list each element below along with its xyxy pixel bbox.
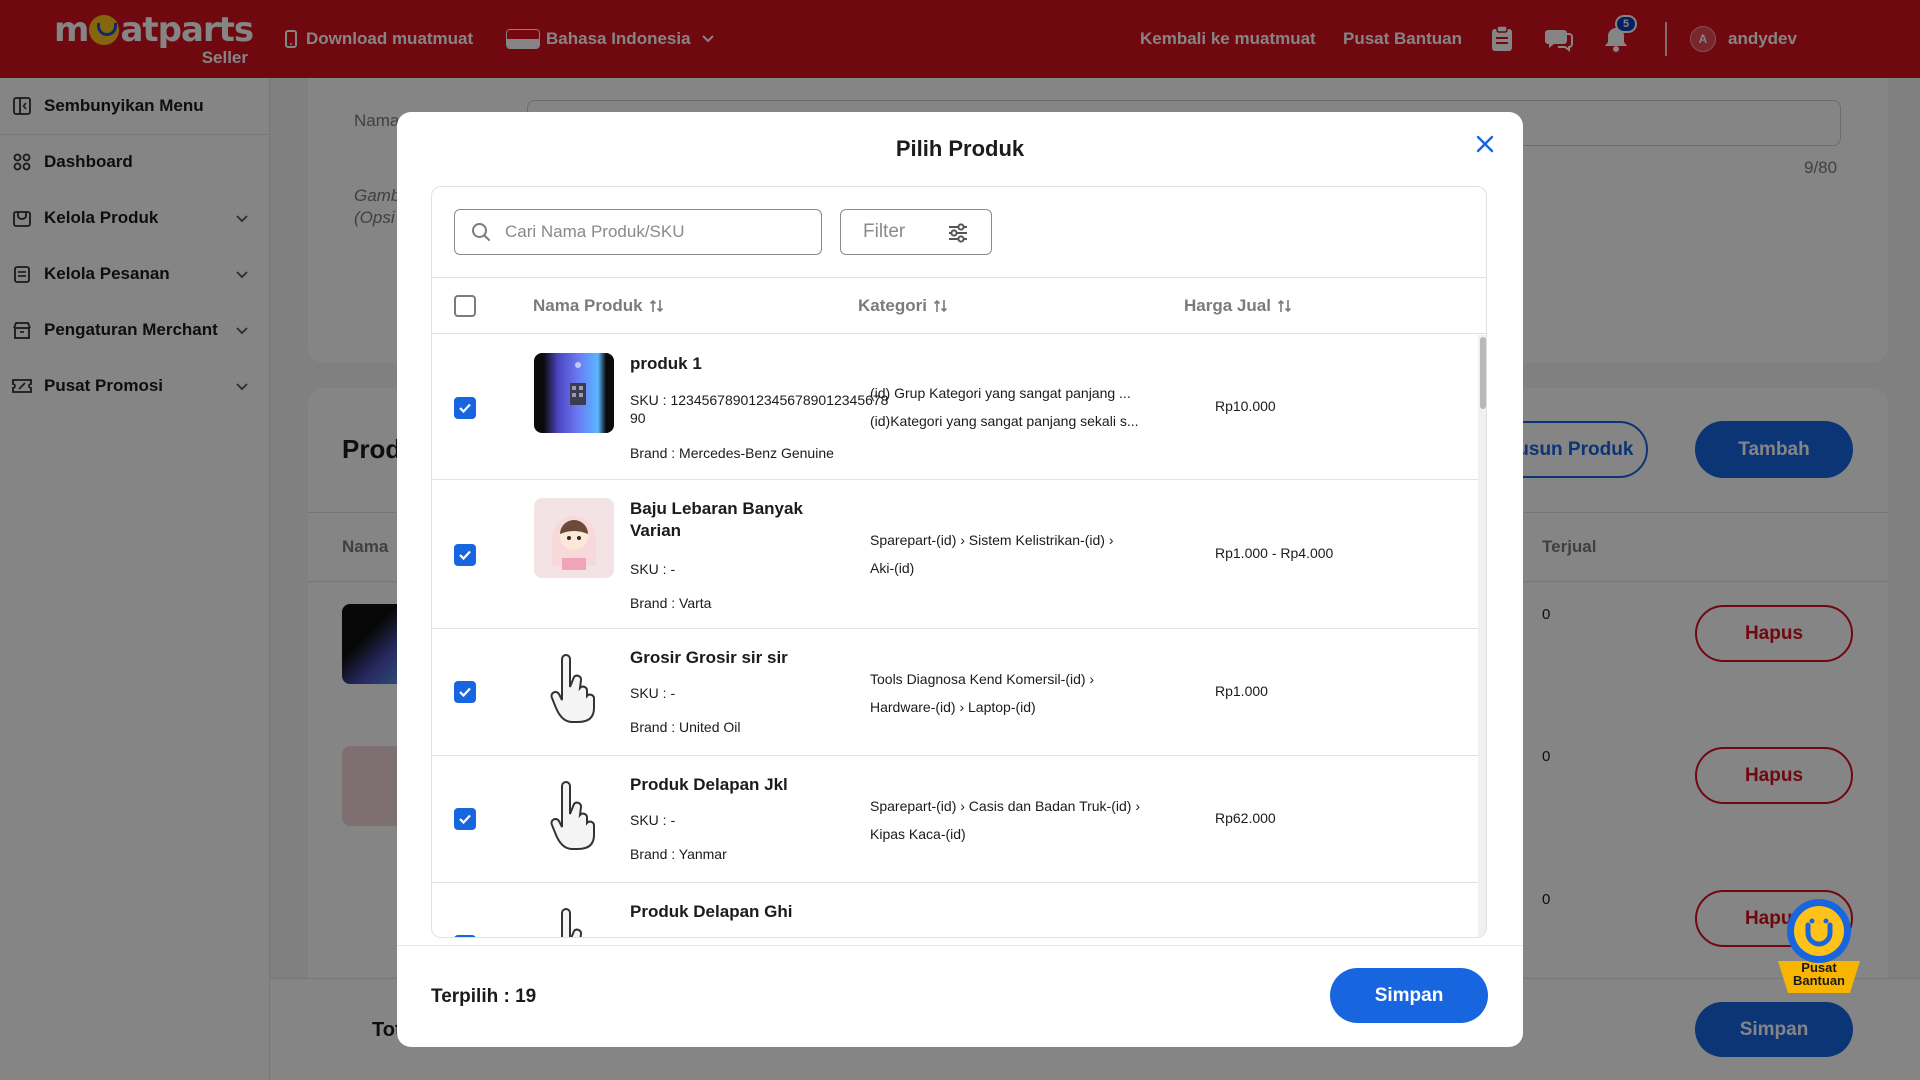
filter-label: Filter (863, 221, 906, 242)
category-line: Aki-(id) (870, 560, 915, 576)
table-row[interactable]: produk 1 SKU : 1234567890123456789012345… (432, 335, 1478, 480)
checkmark-icon (459, 403, 471, 414)
product-category: Sparepart-(id) › Sistem Kelistrikan-(id)… (870, 526, 1170, 582)
selected-count: Terpilih : 19 (431, 986, 537, 1007)
row-checkbox[interactable] (454, 397, 476, 419)
table-scrollbar[interactable] (1478, 335, 1486, 937)
product-brand: Brand : United Oil (630, 719, 741, 735)
search-icon (472, 223, 490, 241)
row-checkbox[interactable] (454, 935, 476, 937)
doll-image (552, 516, 596, 570)
product-picker-panel: Filter Nama Produk Kategori Harga Jual (431, 186, 1487, 938)
sort-icon (933, 299, 948, 313)
table-row[interactable]: Produk Delapan Ghi (432, 883, 1478, 937)
column-header-label: Nama Produk (533, 296, 643, 315)
category-line: (id) Grup Kategori yang sangat panjang .… (870, 385, 1131, 401)
checkmark-icon (459, 687, 471, 698)
row-checkbox[interactable] (454, 808, 476, 830)
modal-footer-divider (397, 945, 1523, 946)
column-header-name[interactable]: Nama Produk (533, 296, 665, 316)
column-header-category[interactable]: Kategori (858, 296, 949, 316)
hand-pointer-icon (561, 908, 582, 937)
product-category: Tools Diagnosa Kend Komersil-(id) › Hard… (870, 665, 1170, 721)
category-line: Hardware-(id) › Laptop-(id) (870, 699, 1036, 715)
table-header: Nama Produk Kategori Harga Jual (432, 277, 1486, 334)
product-name: produk 1 (630, 354, 702, 373)
product-rows: produk 1 SKU : 1234567890123456789012345… (432, 335, 1478, 937)
product-name: Baju Lebaran Banyak Varian (630, 499, 803, 540)
product-price: Rp1.000 (1215, 683, 1268, 699)
column-header-label: Harga Jual (1184, 296, 1271, 315)
sort-icon (1277, 299, 1292, 313)
category-line: Tools Diagnosa Kend Komersil-(id) › (870, 671, 1095, 687)
product-thumbnail (534, 353, 614, 433)
close-icon[interactable] (1471, 130, 1499, 158)
product-brand: Brand : Mercedes-Benz Genuine (630, 445, 834, 461)
pilih-produk-modal: Pilih Produk Filter Nama Produk Kategori… (397, 112, 1523, 1047)
modal-title: Pilih Produk (895, 136, 1025, 161)
product-name: Grosir Grosir sir sir (630, 648, 788, 667)
select-all-checkbox[interactable] (454, 295, 476, 317)
save-button[interactable]: Simpan (1330, 968, 1488, 1023)
hand-pointer-icon (550, 654, 595, 723)
product-sku: SKU : - (630, 812, 676, 828)
help-widget-line2: Bantuan (1793, 973, 1845, 988)
category-line: Sparepart-(id) › Casis dan Badan Truk-(i… (870, 798, 1140, 814)
checkmark-icon (459, 814, 471, 825)
product-price: Rp10.000 (1215, 398, 1276, 414)
column-header-price[interactable]: Harga Jual (1184, 296, 1293, 316)
product-thumbnail (534, 647, 614, 727)
sort-icon (649, 299, 663, 313)
product-sku: SKU : 1234567890123456789012345678​90 (630, 392, 889, 426)
row-checkbox[interactable] (454, 681, 476, 703)
category-line: (id)Kategori yang sangat panjang sekali … (870, 413, 1139, 429)
filter-button[interactable]: Filter (840, 209, 992, 255)
product-name: Produk Delapan Jkl (630, 775, 788, 794)
product-price: Rp62.000 (1215, 810, 1276, 826)
product-thumbnail (534, 498, 614, 578)
product-price: Rp1.000 - Rp4.000 (1215, 545, 1334, 561)
column-header-label: Kategori (858, 296, 927, 315)
product-sku: SKU : - (630, 561, 676, 577)
product-sku: SKU : - (630, 685, 676, 701)
category-line: Kipas Kaca-(id) (870, 826, 966, 842)
product-thumbnail (534, 901, 614, 937)
row-checkbox[interactable] (454, 544, 476, 566)
table-row[interactable]: Produk Delapan Jkl SKU : - Brand : Yanma… (432, 756, 1478, 883)
help-center-widget[interactable]: Pusat Bantuan (1772, 895, 1866, 997)
checkmark-icon (459, 550, 471, 561)
sliders-icon (949, 223, 967, 243)
scrollbar-thumb[interactable] (1480, 337, 1486, 409)
search-input[interactable] (505, 222, 805, 242)
product-name: Produk Delapan Ghi (630, 902, 793, 921)
product-category: Sparepart-(id) › Casis dan Badan Truk-(i… (870, 792, 1170, 848)
product-brand: Brand : Yanmar (630, 846, 727, 862)
table-row[interactable]: Grosir Grosir sir sir SKU : - Brand : Un… (432, 629, 1478, 756)
category-line: Sparepart-(id) › Sistem Kelistrikan-(id)… (870, 532, 1114, 548)
product-brand: Brand : Varta (630, 595, 712, 611)
search-box[interactable] (454, 209, 822, 255)
phone-lock-screen-image (570, 362, 586, 405)
product-category: (id) Grup Kategori yang sangat panjang .… (870, 379, 1170, 435)
product-thumbnail (534, 774, 614, 854)
table-row[interactable]: Baju Lebaran Banyak Varian SKU : - Brand… (432, 480, 1478, 629)
hand-pointer-icon (550, 781, 595, 850)
